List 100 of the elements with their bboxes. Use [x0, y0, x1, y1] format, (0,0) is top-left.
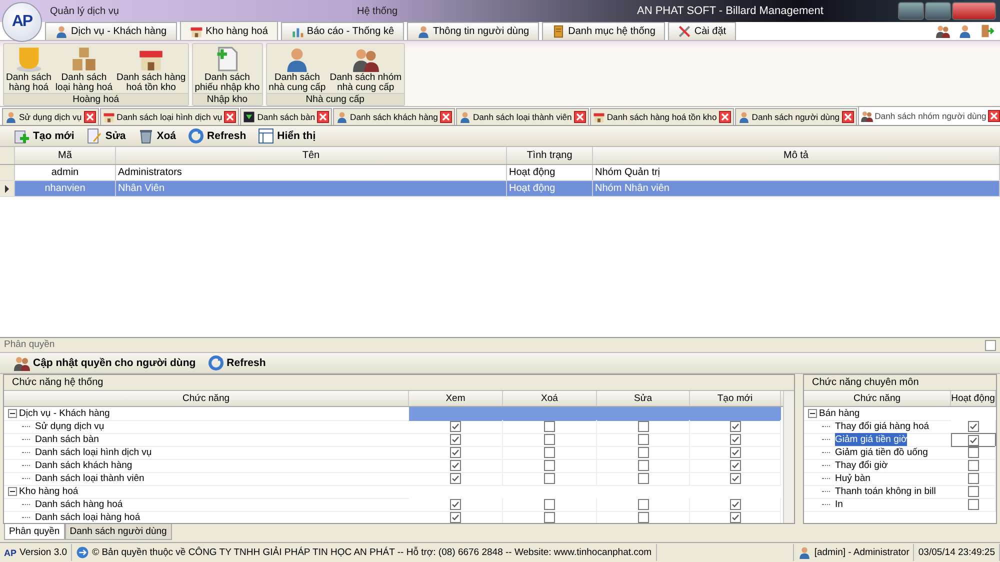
app-logo[interactable]: AP — [2, 2, 42, 42]
checkbox[interactable] — [544, 512, 555, 523]
ribbon-tab[interactable]: Danh mục hệ thống — [542, 22, 666, 40]
checkbox[interactable] — [638, 421, 648, 432]
ribbon-tab[interactable]: Thông tin người dùng — [407, 22, 540, 40]
close-button[interactable] — [952, 2, 996, 20]
checkbox[interactable] — [968, 460, 978, 471]
document-tab[interactable]: Danh sách bàn — [240, 108, 332, 125]
document-tab[interactable]: Sử dụng dịch vụ — [2, 108, 99, 125]
checkbox[interactable] — [968, 447, 978, 458]
toolbar-button[interactable]: Cập nhật quyền cho người dùng — [14, 355, 196, 371]
tree-item[interactable]: Giảm giá tiền đồ uống — [835, 446, 928, 459]
checkbox[interactable] — [730, 499, 740, 510]
toolbar-button[interactable]: Sửa — [86, 128, 126, 144]
checkbox[interactable] — [450, 460, 461, 471]
ribbon-button[interactable]: Danh sách nhà cung cấp — [266, 44, 328, 93]
checkbox[interactable] — [450, 434, 461, 445]
checkbox[interactable] — [544, 421, 555, 432]
column-header[interactable]: Tạo mới — [690, 391, 781, 406]
document-tab[interactable]: Danh sách loại thành viên — [456, 108, 589, 125]
checkbox[interactable] — [638, 499, 648, 510]
checkbox[interactable] — [730, 460, 740, 471]
column-header[interactable]: Hoạt động — [951, 391, 996, 406]
checkbox[interactable] — [544, 460, 555, 471]
ribbon-tab[interactable]: Dịch vụ - Khách hàng — [45, 22, 177, 40]
ribbon-tab[interactable]: Báo cáo - Thống kê — [280, 22, 404, 40]
scrollbar[interactable] — [783, 391, 794, 523]
tree-item[interactable]: Danh sách bàn — [35, 433, 99, 446]
checkbox[interactable] — [638, 512, 648, 523]
tree-item[interactable]: Danh sách loại hàng hoá — [35, 511, 140, 523]
toolbar-button[interactable]: Xoá — [138, 128, 176, 144]
ribbon-button[interactable]: Danh sách loại hàng hoá — [53, 44, 114, 93]
ribbon-button[interactable]: Danh sách hàng hoá tồn kho — [114, 44, 188, 93]
close-icon[interactable] — [84, 111, 96, 123]
pin-button[interactable] — [985, 340, 996, 351]
tree-group[interactable]: Dịch vụ - Khách hàng — [19, 407, 110, 420]
column-header[interactable]: Xem — [409, 391, 503, 406]
checkbox[interactable] — [450, 421, 461, 432]
ribbon-tab[interactable]: Kho hàng hoá — [180, 21, 278, 40]
ribbon-tab[interactable]: Cài đặt — [668, 22, 736, 40]
tree-item[interactable]: Sử dụng dịch vụ — [35, 420, 104, 433]
checkbox[interactable] — [968, 499, 978, 510]
tree-group[interactable]: Kho hàng hoá — [19, 485, 78, 498]
ribbon-button[interactable]: Danh sách phiếu nhập kho — [192, 44, 262, 93]
tree-item[interactable]: Danh sách hàng hoá — [35, 498, 123, 511]
column-header[interactable]: Sửa — [597, 391, 690, 406]
checkbox[interactable] — [638, 473, 648, 484]
toolbar-button[interactable]: Refresh — [188, 128, 246, 144]
checkbox[interactable] — [450, 447, 461, 458]
column-header[interactable]: Mã — [15, 147, 116, 164]
checkbox[interactable] — [450, 499, 461, 510]
checkbox[interactable] — [544, 434, 555, 445]
tree-item[interactable]: In — [835, 498, 843, 511]
checkbox[interactable] — [730, 473, 740, 484]
tree-item[interactable]: Thanh toán không in bill — [835, 485, 936, 498]
collapse-icon[interactable] — [808, 409, 817, 418]
close-icon[interactable] — [988, 110, 1000, 122]
tree-item[interactable]: Thay đổi giá hàng hoá — [835, 420, 930, 433]
tree-group[interactable]: Bán hàng — [819, 407, 860, 420]
tree-item[interactable]: Danh sách loại thành viên — [35, 472, 144, 485]
close-icon[interactable] — [317, 111, 330, 123]
checkbox[interactable] — [730, 434, 740, 445]
tree-item[interactable]: Thay đổi giờ — [835, 459, 888, 472]
checkbox[interactable] — [638, 460, 648, 471]
column-header[interactable]: Chức năng — [4, 391, 409, 406]
toolbar-button[interactable]: Refresh — [208, 355, 266, 371]
column-header[interactable]: Tình trạng — [507, 147, 593, 164]
close-icon[interactable] — [440, 111, 452, 123]
checkbox[interactable] — [968, 486, 978, 497]
collapse-icon[interactable] — [8, 487, 17, 496]
column-header[interactable]: Tên — [116, 147, 507, 164]
checkbox[interactable] — [968, 473, 978, 484]
checkbox[interactable] — [730, 421, 740, 432]
toolbar-button[interactable]: Hiển thị — [258, 128, 316, 144]
document-tab[interactable]: Danh sách hàng hoá tồn kho — [590, 108, 734, 125]
restore-button[interactable] — [925, 2, 951, 20]
checkbox[interactable] — [730, 447, 740, 458]
document-tab[interactable]: Danh sách nhóm người dùng — [858, 106, 1000, 125]
checkbox[interactable] — [544, 447, 555, 458]
checkbox[interactable] — [638, 447, 648, 458]
column-header[interactable]: Xoá — [503, 391, 597, 406]
tree-item[interactable]: Giảm giá tiền giờ — [835, 433, 908, 446]
bottom-tab[interactable]: Danh sách người dùng — [64, 524, 172, 540]
document-tab[interactable]: Danh sách loại hình dịch vụ — [100, 108, 240, 125]
close-icon[interactable] — [718, 111, 731, 123]
checkbox[interactable] — [968, 434, 979, 446]
column-header[interactable]: Mô tả — [593, 147, 1000, 164]
checkbox[interactable] — [450, 512, 461, 523]
tree-item[interactable]: Danh sách loại hình dịch vụ — [35, 446, 152, 459]
row-header[interactable] — [0, 181, 15, 196]
close-icon[interactable] — [842, 111, 854, 123]
close-icon[interactable] — [574, 111, 586, 123]
tree-item[interactable]: Huỷ bàn — [835, 472, 870, 485]
checkbox[interactable] — [730, 512, 740, 523]
checkbox[interactable] — [544, 499, 555, 510]
document-tab[interactable]: Danh sách người dùng — [734, 108, 857, 125]
document-tab[interactable]: Danh sách khách hàng — [333, 108, 455, 125]
checkbox[interactable] — [968, 421, 978, 432]
tree-item[interactable]: Danh sách khách hàng — [35, 459, 132, 472]
ribbon-button[interactable]: Danh sách nhóm nhà cung cấp — [328, 44, 404, 93]
